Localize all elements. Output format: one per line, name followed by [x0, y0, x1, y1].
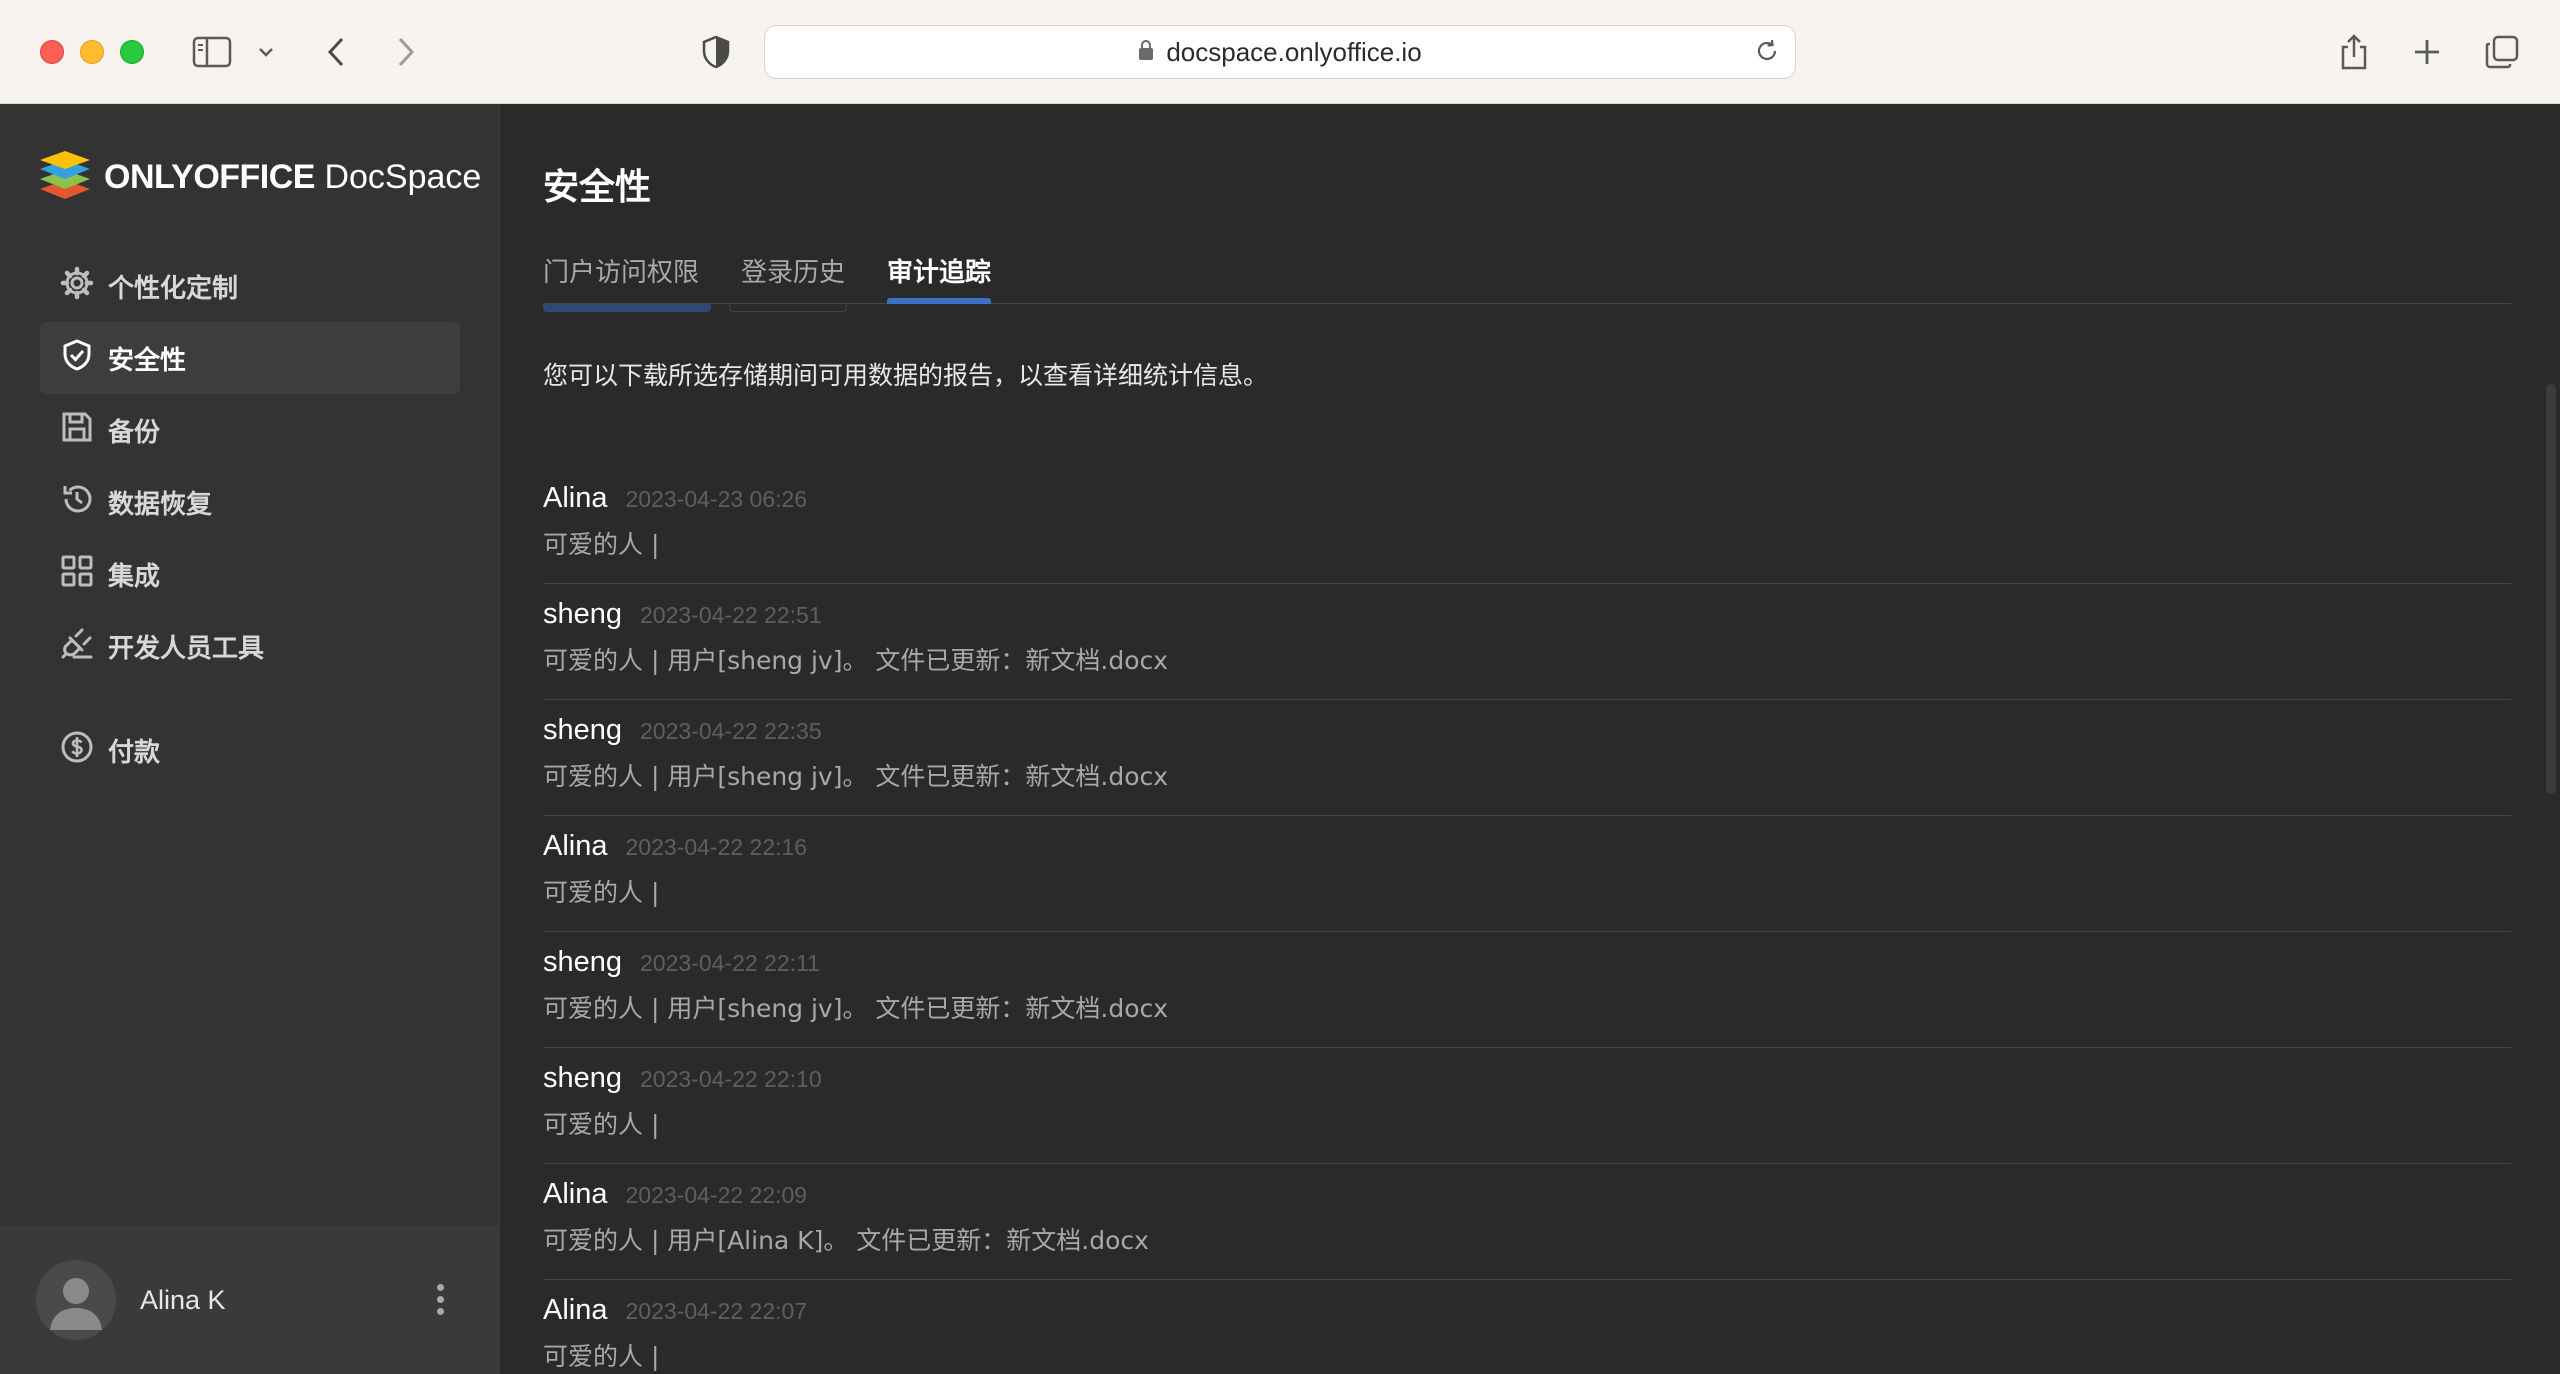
description-text: 您可以下载所选存储期间可用数据的报告，以查看详细统计信息。 — [543, 361, 1269, 390]
share-icon[interactable] — [2332, 30, 2376, 74]
url-text: docspace.onlyoffice.io — [1166, 36, 1422, 67]
sidebar-item-label: 付款 — [108, 737, 161, 768]
sidebar-item-label: 数据恢复 — [108, 489, 213, 520]
reload-icon[interactable] — [1753, 37, 1781, 72]
entry-user: sheng — [543, 1062, 623, 1094]
entry-user: sheng — [543, 598, 623, 630]
gear-icon — [60, 266, 94, 307]
tab-indicator-trail — [729, 304, 847, 312]
avatar[interactable] — [36, 1260, 116, 1340]
tab-indicator-trail — [543, 304, 711, 312]
list-item: sheng 2023-04-22 22:35 可爱的人 | 用户[sheng j… — [543, 700, 2511, 816]
sidebar-item-payments[interactable]: 付款 — [40, 714, 460, 786]
sidebar-item-label: 安全性 — [108, 345, 187, 376]
entry-time: 2023-04-23 06:26 — [625, 486, 808, 512]
settings-sidebar: ONLYOFFICE DocSpace 个性化定制 安全性 备份 数据恢复 集成… — [0, 104, 500, 1374]
sidebar-item-integration[interactable]: 集成 — [40, 538, 460, 610]
sidebar-item-label: 个性化定制 — [108, 273, 239, 304]
entry-user: Alina — [543, 1178, 608, 1210]
entry-user: Alina — [543, 482, 608, 514]
history-icon — [60, 482, 94, 523]
dollar-icon — [60, 730, 94, 771]
entry-time: 2023-04-22 22:10 — [640, 1066, 822, 1092]
entry-text: 可爱的人 | 用户[sheng jv]。 文件已更新：新文档.docx — [543, 646, 1169, 675]
list-item: sheng 2023-04-22 22:11 可爱的人 | 用户[sheng j… — [543, 932, 2511, 1048]
active-tab-indicator — [887, 298, 991, 304]
chevron-down-icon[interactable] — [246, 30, 286, 74]
entry-time: 2023-04-22 22:09 — [625, 1182, 808, 1208]
sidebar-item-security[interactable]: 安全性 — [40, 322, 460, 394]
list-item: Alina 2023-04-22 22:07 可爱的人 | — [543, 1280, 2511, 1374]
sidebar-item-customization[interactable]: 个性化定制 — [40, 250, 460, 322]
docspace-logo-icon — [38, 150, 92, 204]
address-bar[interactable]: docspace.onlyoffice.io — [764, 25, 1796, 79]
list-item: Alina 2023-04-23 06:26 可爱的人 | — [543, 468, 2511, 584]
grid-icon — [60, 554, 94, 595]
plug-icon — [60, 626, 94, 667]
back-arrow-icon[interactable] — [314, 30, 358, 74]
sidebar-item-label: 备份 — [108, 417, 161, 448]
entry-text: 可爱的人 | 用户[Alina K]。 文件已更新：新文档.docx — [543, 1226, 1149, 1255]
list-item: Alina 2023-04-22 22:16 可爱的人 | — [543, 816, 2511, 932]
sidebar-item-backup[interactable]: 备份 — [40, 394, 460, 466]
page-title: 安全性 — [543, 167, 652, 208]
tab-login-history[interactable]: 登录历史 — [741, 252, 845, 289]
list-item: Alina 2023-04-22 22:09 可爱的人 | 用户[Alina K… — [543, 1164, 2511, 1280]
zoom-window-button[interactable] — [120, 40, 144, 64]
audit-list: Alina 2023-04-23 06:26 可爱的人 | sheng 2023… — [543, 468, 2511, 1374]
entry-time: 2023-04-22 22:11 — [640, 950, 820, 976]
tab-bar: 门户访问权限 登录历史 审计追踪 — [543, 252, 2511, 312]
sidebar-toggle-icon[interactable] — [190, 30, 234, 74]
onlyoffice-logo[interactable]: ONLYOFFICE DocSpace — [38, 150, 481, 204]
lock-icon — [1138, 37, 1154, 68]
privacy-shield-icon[interactable] — [694, 30, 738, 74]
forward-arrow-icon[interactable] — [384, 30, 428, 74]
entry-user: sheng — [543, 946, 623, 978]
entry-time: 2023-04-22 22:16 — [625, 834, 808, 860]
close-window-button[interactable] — [40, 40, 64, 64]
sidebar-item-label: 集成 — [108, 561, 161, 592]
sidebar-item-restore[interactable]: 数据恢复 — [40, 466, 460, 538]
user-name: Alina K — [140, 1284, 226, 1315]
shield-icon — [60, 338, 94, 379]
scrollbar[interactable] — [2546, 384, 2556, 794]
entry-text: 可爱的人 | — [543, 1110, 660, 1139]
minimize-window-button[interactable] — [80, 40, 104, 64]
entry-text: 可爱的人 | 用户[sheng jv]。 文件已更新：新文档.docx — [543, 762, 1169, 791]
logo-text: ONLYOFFICE DocSpace — [104, 157, 482, 196]
main-content: 安全性 门户访问权限 登录历史 审计追踪 您可以下载所选存储期间可用数据的报告，… — [501, 104, 2560, 1374]
entry-text: 可爱的人 | 用户[sheng jv]。 文件已更新：新文档.docx — [543, 994, 1169, 1023]
entry-text: 可爱的人 | — [543, 530, 660, 559]
sidebar-item-developer-tools[interactable]: 开发人员工具 — [40, 610, 460, 682]
entry-user: Alina — [543, 1294, 608, 1326]
entry-time: 2023-04-22 22:07 — [625, 1298, 808, 1324]
entry-time: 2023-04-22 22:51 — [640, 602, 822, 628]
list-item: sheng 2023-04-22 22:51 可爱的人 | 用户[sheng j… — [543, 584, 2511, 700]
entry-text: 可爱的人 | — [543, 878, 660, 907]
new-tab-icon[interactable] — [2405, 30, 2449, 74]
entry-user: Alina — [543, 830, 608, 862]
entry-user: sheng — [543, 714, 623, 746]
entry-text: 可爱的人 | — [543, 1342, 660, 1371]
list-item: sheng 2023-04-22 22:10 可爱的人 | — [543, 1048, 2511, 1164]
tab-portal-access[interactable]: 门户访问权限 — [543, 252, 699, 289]
settings-nav: 个性化定制 安全性 备份 数据恢复 集成 开发人员工具 付款 — [40, 250, 460, 786]
more-options-icon[interactable] — [437, 1284, 444, 1315]
entry-time: 2023-04-22 22:35 — [640, 718, 822, 744]
browser-toolbar: docspace.onlyoffice.io — [0, 0, 2560, 104]
tab-overview-icon[interactable] — [2480, 30, 2524, 74]
sidebar-item-label: 开发人员工具 — [108, 633, 265, 664]
profile-bar[interactable]: Alina K — [0, 1226, 500, 1374]
tab-audit-trail[interactable]: 审计追踪 — [887, 252, 991, 289]
save-icon — [60, 410, 94, 451]
